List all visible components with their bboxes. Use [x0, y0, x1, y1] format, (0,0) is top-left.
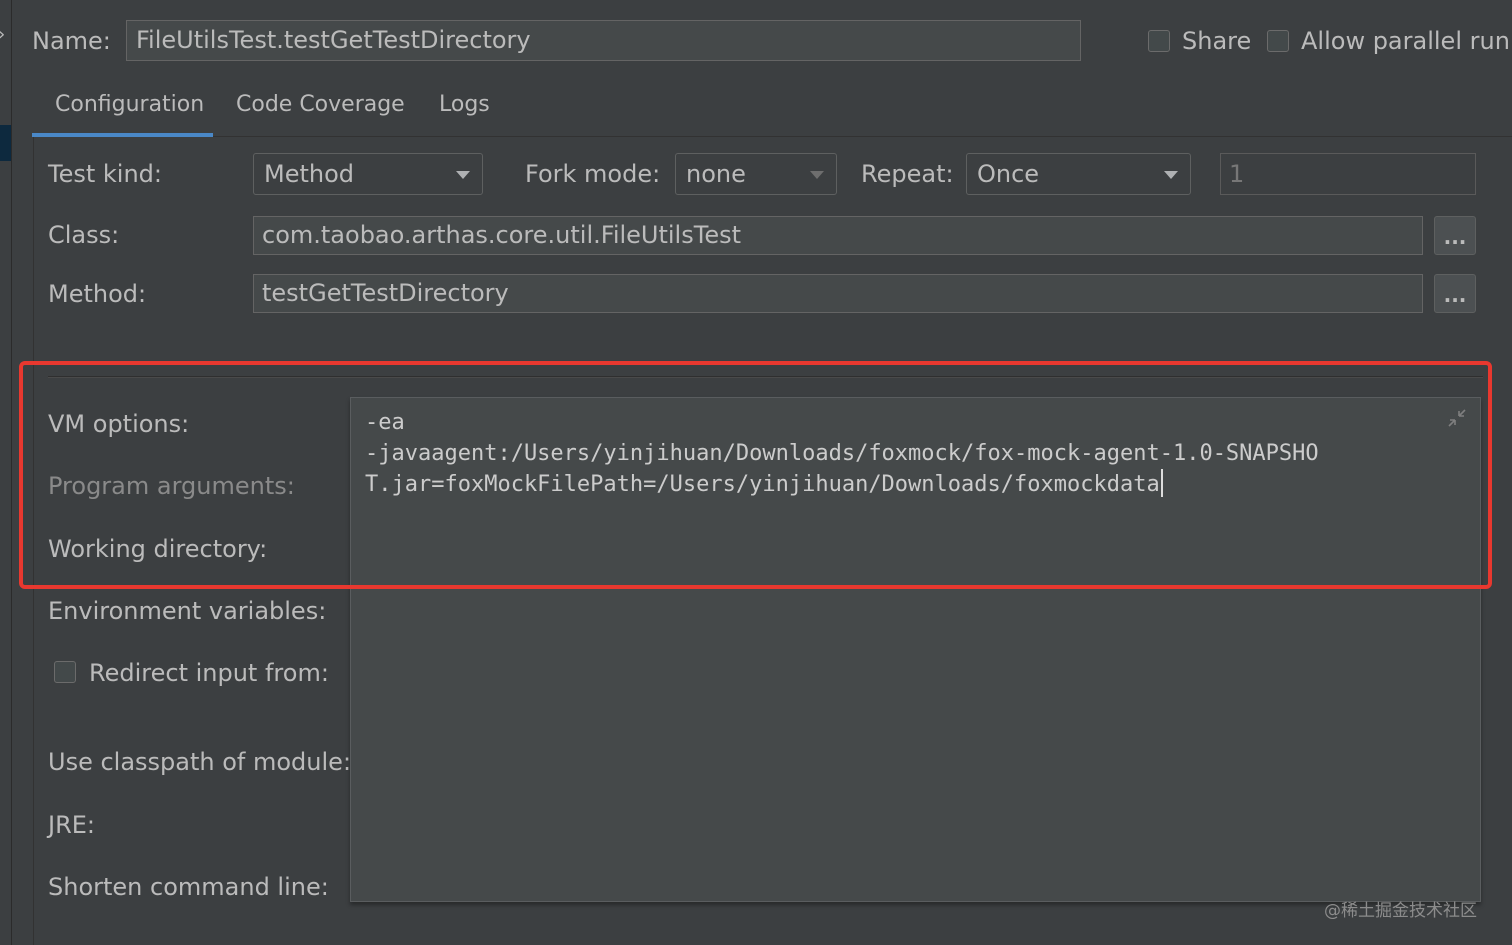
text-caret [1160, 469, 1163, 497]
browse-class-button[interactable]: ... [1434, 216, 1476, 255]
jre-label: JRE: [48, 811, 96, 839]
vm-options-editor[interactable]: -ea -javaagent:/Users/yinjihuan/Download… [350, 397, 1481, 902]
share-label: Share [1182, 27, 1252, 55]
name-field[interactable]: FileUtilsTest.testGetTestDirectory [126, 20, 1081, 61]
allow-parallel-run-checkbox[interactable] [1267, 30, 1289, 52]
redirect-input-label: Redirect input from: [89, 659, 329, 687]
section-separator [48, 376, 1483, 378]
repeat-label: Repeat: [861, 160, 954, 188]
method-field[interactable]: testGetTestDirectory [253, 274, 1423, 313]
fork-mode-label: Fork mode: [525, 160, 661, 188]
repeat-value: Once [977, 160, 1040, 188]
repeat-count-field[interactable]: 1 [1220, 153, 1476, 195]
tab-logs[interactable]: Logs [439, 92, 490, 117]
vm-options-text[interactable]: -ea -javaagent:/Users/yinjihuan/Download… [365, 408, 1425, 501]
vm-line-3: T.jar=foxMockFilePath=/Users/yinjihuan/D… [365, 472, 1160, 497]
tab-configuration[interactable]: Configuration [55, 92, 204, 117]
fork-mode-value: none [686, 160, 746, 188]
test-kind-dropdown[interactable]: Method [253, 153, 483, 195]
collapse-icon[interactable] [1446, 407, 1468, 429]
vm-line-2: -javaagent:/Users/yinjihuan/Downloads/fo… [365, 440, 1319, 466]
allow-parallel-run-label: Allow parallel run [1301, 27, 1510, 55]
shorten-command-line-label: Shorten command line: [48, 873, 329, 901]
environment-variables-label: Environment variables: [48, 597, 327, 625]
class-field[interactable]: com.taobao.arthas.core.util.FileUtilsTes… [253, 216, 1423, 255]
share-checkbox[interactable] [1148, 30, 1170, 52]
dropdown-arrow-icon [456, 171, 470, 179]
working-directory-label: Working directory: [48, 535, 268, 563]
vm-options-label: VM options: [48, 410, 190, 438]
repeat-dropdown[interactable]: Once [966, 153, 1191, 195]
method-label: Method: [48, 280, 147, 308]
dropdown-arrow-icon [1164, 171, 1178, 179]
redirect-input-checkbox[interactable] [54, 661, 76, 683]
name-label: Name: [32, 27, 111, 55]
vm-line-1: -ea [365, 410, 405, 435]
dropdown-arrow-icon [810, 171, 824, 179]
program-arguments-label: Program arguments: [48, 472, 295, 500]
class-label: Class: [48, 221, 120, 249]
tab-code-coverage[interactable]: Code Coverage [236, 92, 405, 117]
sidebar-edge: › [0, 0, 12, 945]
test-kind-label: Test kind: [48, 160, 162, 188]
selected-tree-item[interactable] [0, 125, 11, 161]
test-kind-value: Method [264, 160, 355, 188]
fork-mode-dropdown[interactable]: none [675, 153, 837, 195]
chevron-right-icon: › [0, 24, 5, 45]
browse-method-button[interactable]: ... [1434, 274, 1476, 313]
watermark: @稀土掘金技术社区 [1324, 901, 1477, 921]
classpath-module-label: Use classpath of module: [48, 748, 352, 776]
